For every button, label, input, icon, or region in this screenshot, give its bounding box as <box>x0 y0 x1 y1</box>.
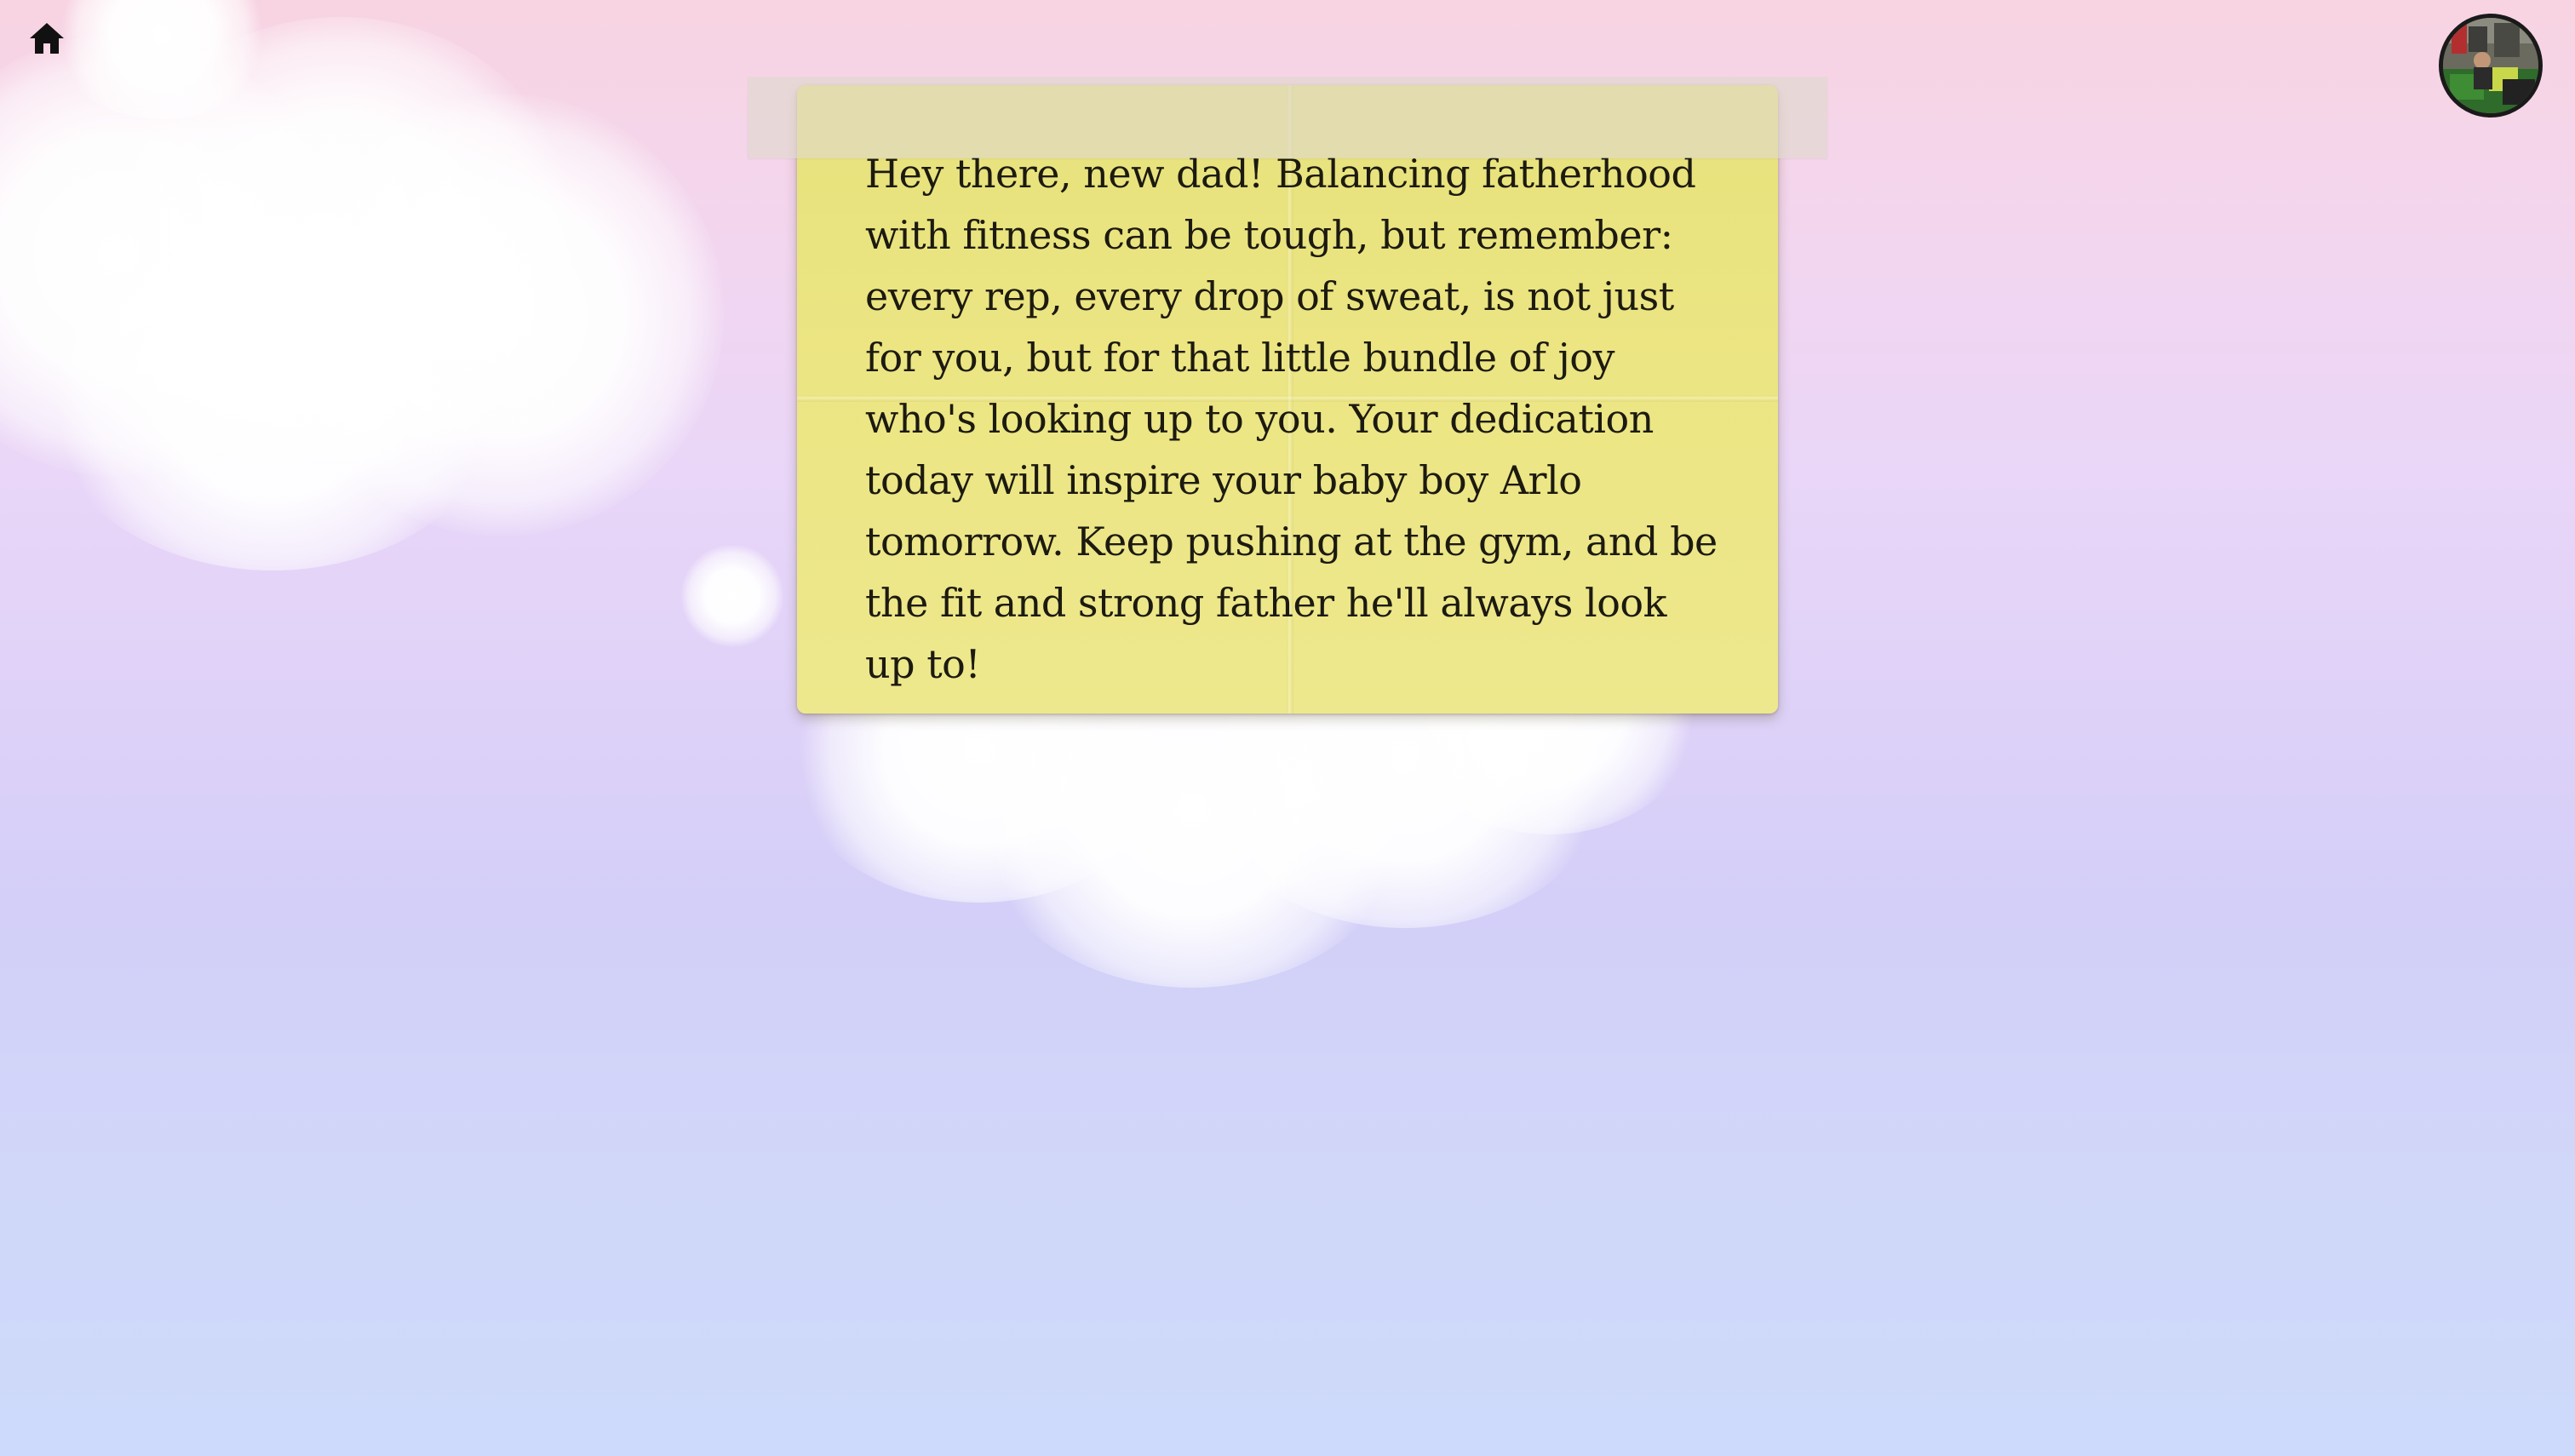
avatar-photo-icon <box>2443 18 2538 113</box>
home-button[interactable] <box>22 14 72 63</box>
note-tape <box>748 77 1827 158</box>
cloud-decoration-left <box>0 0 783 647</box>
home-icon <box>30 23 64 54</box>
note-message: Hey there, new dad! Balancing fatherhood… <box>865 151 1718 687</box>
sticky-note: Hey there, new dad! Balancing fatherhood… <box>797 85 1778 714</box>
avatar[interactable] <box>2439 14 2543 118</box>
